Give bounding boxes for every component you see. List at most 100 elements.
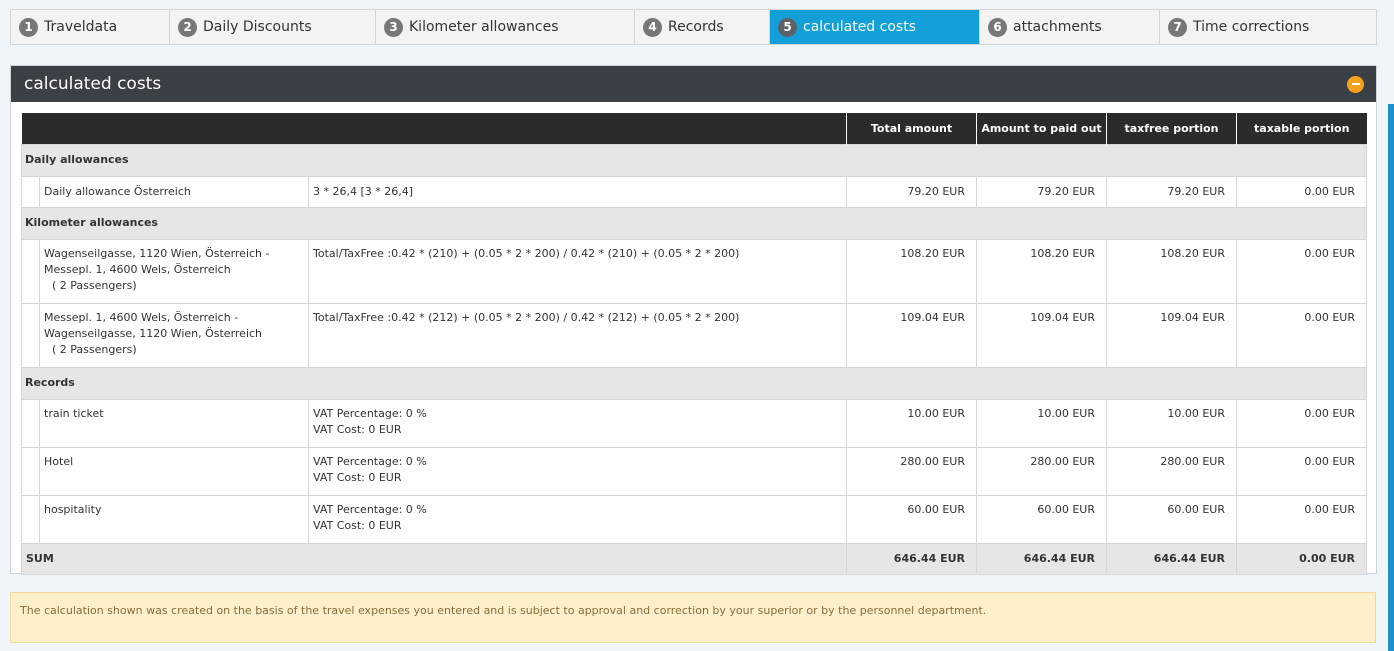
row-indent bbox=[21, 446, 40, 496]
row-paid: 60.00 EUR bbox=[976, 494, 1107, 544]
group-label: Records bbox=[21, 366, 1367, 400]
row-paid: 108.20 EUR bbox=[976, 238, 1107, 304]
row-taxfree: 108.20 EUR bbox=[1106, 238, 1237, 304]
header-taxfree-portion: taxfree portion bbox=[1106, 113, 1237, 144]
row-description: train ticket bbox=[39, 398, 309, 448]
row-paid: 109.04 EUR bbox=[976, 302, 1107, 368]
header-taxable-portion: taxable portion bbox=[1236, 113, 1367, 144]
row-taxable: 0.00 EUR bbox=[1236, 446, 1367, 496]
step-number: 5 bbox=[778, 17, 797, 37]
row-description: Wagenseilgasse, 1120 Wien, Österreich - … bbox=[39, 238, 309, 304]
row-description: Hotel bbox=[39, 446, 309, 496]
collapse-icon[interactable] bbox=[1347, 75, 1364, 93]
row-indent bbox=[21, 302, 40, 368]
step-navigation: 1 Traveldata 2 Daily Discounts 3 Kilometer … bbox=[10, 9, 1377, 45]
vat-percentage: VAT Percentage: 0 % bbox=[313, 454, 427, 468]
row-taxable: 0.00 EUR bbox=[1236, 238, 1367, 304]
step-label: attachments bbox=[1013, 19, 1102, 35]
row-taxfree: 79.20 EUR bbox=[1106, 175, 1237, 208]
row-taxfree: 280.00 EUR bbox=[1106, 446, 1237, 496]
row-paid: 280.00 EUR bbox=[976, 446, 1107, 496]
step-records[interactable]: 4 Records bbox=[635, 10, 770, 44]
row-total: 79.20 EUR bbox=[846, 175, 977, 208]
row-description: Messepl. 1, 4600 Wels, Österreich - Wage… bbox=[39, 302, 309, 368]
header-blank bbox=[39, 113, 309, 144]
sum-taxfree: 646.44 EUR bbox=[1106, 542, 1237, 575]
table-row: train ticket VAT Percentage: 0 % VAT Cos… bbox=[21, 398, 1367, 448]
vat-percentage: VAT Percentage: 0 % bbox=[313, 406, 427, 420]
row-taxfree: 109.04 EUR bbox=[1106, 302, 1237, 368]
scrollbar[interactable] bbox=[1388, 104, 1394, 651]
row-description: Daily allowance Österreich bbox=[39, 175, 309, 208]
table-row: Daily allowance Österreich 3 * 26,4 [3 *… bbox=[21, 175, 1367, 208]
header-total-amount: Total amount bbox=[846, 113, 977, 144]
step-number: 3 bbox=[384, 17, 403, 37]
header-blank bbox=[21, 113, 40, 144]
table-row: Hotel VAT Percentage: 0 % VAT Cost: 0 EU… bbox=[21, 446, 1367, 496]
row-taxable: 0.00 EUR bbox=[1236, 302, 1367, 368]
row-detail: Total/TaxFree :0.42 * (212) + (0.05 * 2 … bbox=[308, 302, 847, 368]
step-traveldata[interactable]: 1 Traveldata bbox=[11, 10, 170, 44]
step-number: 2 bbox=[178, 17, 197, 37]
row-detail: Total/TaxFree :0.42 * (210) + (0.05 * 2 … bbox=[308, 238, 847, 304]
row-total: 10.00 EUR bbox=[846, 398, 977, 448]
step-number: 7 bbox=[1168, 17, 1187, 37]
step-label: Kilometer allowances bbox=[409, 19, 559, 35]
row-taxfree: 10.00 EUR bbox=[1106, 398, 1237, 448]
step-attachments[interactable]: 6 attachments bbox=[980, 10, 1160, 44]
header-amount-paid-out: Amount to paid out bbox=[976, 113, 1107, 144]
row-total: 109.04 EUR bbox=[846, 302, 977, 368]
row-paid: 10.00 EUR bbox=[976, 398, 1107, 448]
row-detail: VAT Percentage: 0 % VAT Cost: 0 EUR bbox=[308, 398, 847, 448]
step-label: Daily Discounts bbox=[203, 19, 312, 35]
route-line: Wagenseilgasse, 1120 Wien, Österreich - bbox=[44, 246, 270, 260]
vat-cost: VAT Cost: 0 EUR bbox=[313, 470, 402, 484]
passengers: ( 2 Passengers) bbox=[52, 278, 137, 292]
row-detail: VAT Percentage: 0 % VAT Cost: 0 EUR bbox=[308, 494, 847, 544]
passengers: ( 2 Passengers) bbox=[52, 342, 137, 356]
header-blank bbox=[308, 113, 847, 144]
step-time-corrections[interactable]: 7 Time corrections bbox=[1160, 10, 1376, 44]
row-paid: 79.20 EUR bbox=[976, 175, 1107, 208]
step-number: 6 bbox=[988, 17, 1007, 37]
panel-header: calculated costs bbox=[11, 66, 1376, 102]
group-row: Kilometer allowances bbox=[21, 206, 1367, 240]
table-row: Messepl. 1, 4600 Wels, Österreich - Wage… bbox=[21, 302, 1367, 368]
step-label: Records bbox=[668, 19, 724, 35]
sum-total: 646.44 EUR bbox=[846, 542, 977, 575]
panel-title: calculated costs bbox=[24, 74, 162, 94]
step-label: Time corrections bbox=[1193, 19, 1310, 35]
sum-paid: 646.44 EUR bbox=[976, 542, 1107, 575]
row-taxable: 0.00 EUR bbox=[1236, 175, 1367, 208]
row-taxable: 0.00 EUR bbox=[1236, 494, 1367, 544]
step-label: calculated costs bbox=[803, 19, 916, 35]
row-detail: 3 * 26,4 [3 * 26,4] bbox=[308, 175, 847, 208]
sum-label: SUM bbox=[21, 542, 847, 575]
vat-cost: VAT Cost: 0 EUR bbox=[313, 422, 402, 436]
row-taxable: 0.00 EUR bbox=[1236, 398, 1367, 448]
row-taxfree: 60.00 EUR bbox=[1106, 494, 1237, 544]
row-indent bbox=[21, 398, 40, 448]
calculation-notice: The calculation shown was created on the… bbox=[10, 592, 1376, 643]
costs-table: Total amount Amount to paid out taxfree … bbox=[21, 113, 1367, 575]
group-label: Daily allowances bbox=[21, 143, 1367, 177]
route-line: Wagenseilgasse, 1120 Wien, Österreich bbox=[44, 326, 263, 340]
table-row: hospitality VAT Percentage: 0 % VAT Cost… bbox=[21, 494, 1367, 544]
step-number: 1 bbox=[19, 17, 38, 37]
step-kilometer-allowances[interactable]: 3 Kilometer allowances bbox=[376, 10, 635, 44]
row-total: 60.00 EUR bbox=[846, 494, 977, 544]
table-row: Wagenseilgasse, 1120 Wien, Österreich - … bbox=[21, 238, 1367, 304]
step-daily-discounts[interactable]: 2 Daily Discounts bbox=[170, 10, 376, 44]
step-number: 4 bbox=[643, 17, 662, 37]
row-indent bbox=[21, 494, 40, 544]
row-description: hospitality bbox=[39, 494, 309, 544]
row-total: 280.00 EUR bbox=[846, 446, 977, 496]
group-row: Records bbox=[21, 366, 1367, 400]
row-total: 108.20 EUR bbox=[846, 238, 977, 304]
sum-taxable: 0.00 EUR bbox=[1236, 542, 1367, 575]
route-line: Messepl. 1, 4600 Wels, Österreich bbox=[44, 262, 231, 276]
row-indent bbox=[21, 238, 40, 304]
vat-cost: VAT Cost: 0 EUR bbox=[313, 518, 402, 532]
step-calculated-costs[interactable]: 5 calculated costs bbox=[770, 10, 980, 44]
row-detail: VAT Percentage: 0 % VAT Cost: 0 EUR bbox=[308, 446, 847, 496]
